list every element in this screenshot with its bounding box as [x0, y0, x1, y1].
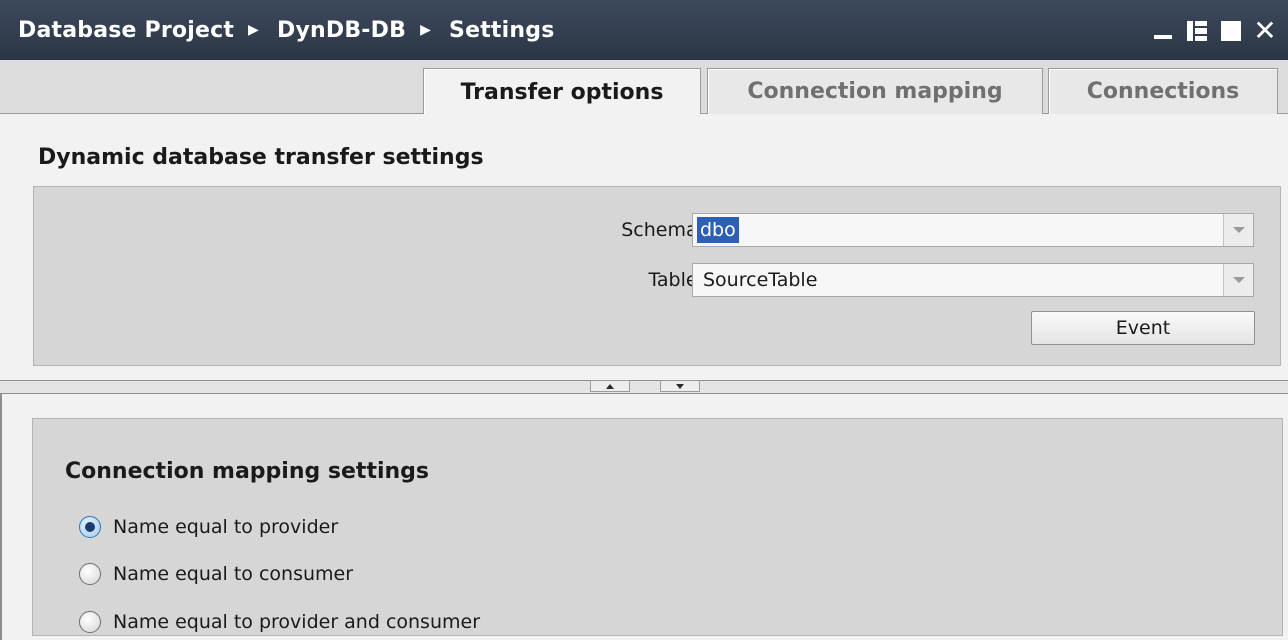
breadcrumb-arrow-icon: ▶ [248, 22, 260, 38]
table-value[interactable]: SourceTable [699, 267, 821, 293]
tab-strip: Transfer options Connection mapping Conn… [0, 60, 1288, 115]
window-controls: ✕ [1150, 14, 1278, 47]
transfer-settings-title: Dynamic database transfer settings [38, 145, 484, 170]
radio-label[interactable]: Name equal to provider [113, 516, 338, 538]
arrow-up-icon [606, 383, 614, 389]
splitter-up-button[interactable] [590, 380, 630, 392]
event-button[interactable]: Event [1031, 311, 1255, 345]
arrow-down-icon [676, 383, 684, 389]
transfer-options-panel: Dynamic database transfer settings Schem… [0, 114, 1288, 380]
maximize-button[interactable] [1218, 14, 1244, 44]
schema-label: Schema: [621, 219, 704, 241]
breadcrumb-item-db[interactable]: DynDB-DB [277, 18, 406, 43]
minimize-icon [1154, 35, 1172, 39]
radio-label[interactable]: Name equal to consumer [113, 563, 353, 585]
radio-option-consumer[interactable]: Name equal to consumer [79, 563, 353, 585]
float-button[interactable] [1184, 14, 1210, 44]
radio-option-provider[interactable]: Name equal to provider [79, 516, 338, 538]
radio-button[interactable] [79, 563, 101, 585]
float-icon [1187, 21, 1207, 41]
tab-connection-mapping[interactable]: Connection mapping [707, 68, 1043, 114]
schema-value[interactable]: dbo [697, 217, 739, 243]
connection-mapping-panel: Connection mapping settings Name equal t… [0, 394, 1288, 640]
tab-transfer-options[interactable]: Transfer options [423, 68, 701, 115]
title-bar: Database Project ▶ DynDB-DB ▶ Settings ✕ [0, 0, 1288, 60]
radio-button-checked[interactable] [79, 516, 101, 538]
table-dropdown[interactable]: SourceTable [692, 263, 1254, 297]
splitter-down-button[interactable] [660, 380, 700, 392]
table-dropdown-button[interactable] [1223, 264, 1253, 296]
breadcrumb: Database Project ▶ DynDB-DB ▶ Settings [0, 18, 555, 43]
close-icon: ✕ [1253, 14, 1277, 47]
radio-label[interactable]: Name equal to provider and consumer [113, 611, 480, 633]
radio-button[interactable] [79, 611, 101, 633]
mapping-settings-box: Connection mapping settings Name equal t… [32, 418, 1283, 636]
schema-dropdown-button[interactable] [1223, 214, 1253, 246]
breadcrumb-item-settings[interactable]: Settings [449, 18, 554, 43]
tab-connections[interactable]: Connections [1048, 68, 1278, 114]
transfer-settings-box: Schema: dbo Table: SourceTable Event [33, 186, 1281, 366]
maximize-icon [1221, 21, 1241, 41]
minimize-button[interactable] [1150, 14, 1176, 44]
breadcrumb-item-project[interactable]: Database Project [18, 18, 234, 43]
table-label: Table: [648, 269, 704, 291]
panel-splitter[interactable] [0, 380, 1288, 394]
chevron-down-icon [1232, 227, 1245, 233]
close-button[interactable]: ✕ [1252, 14, 1278, 47]
mapping-settings-title: Connection mapping settings [65, 459, 430, 484]
chevron-down-icon [1232, 277, 1245, 283]
schema-dropdown[interactable]: dbo [692, 213, 1254, 247]
radio-option-provider-consumer[interactable]: Name equal to provider and consumer [79, 611, 480, 633]
breadcrumb-arrow-icon: ▶ [420, 22, 432, 38]
